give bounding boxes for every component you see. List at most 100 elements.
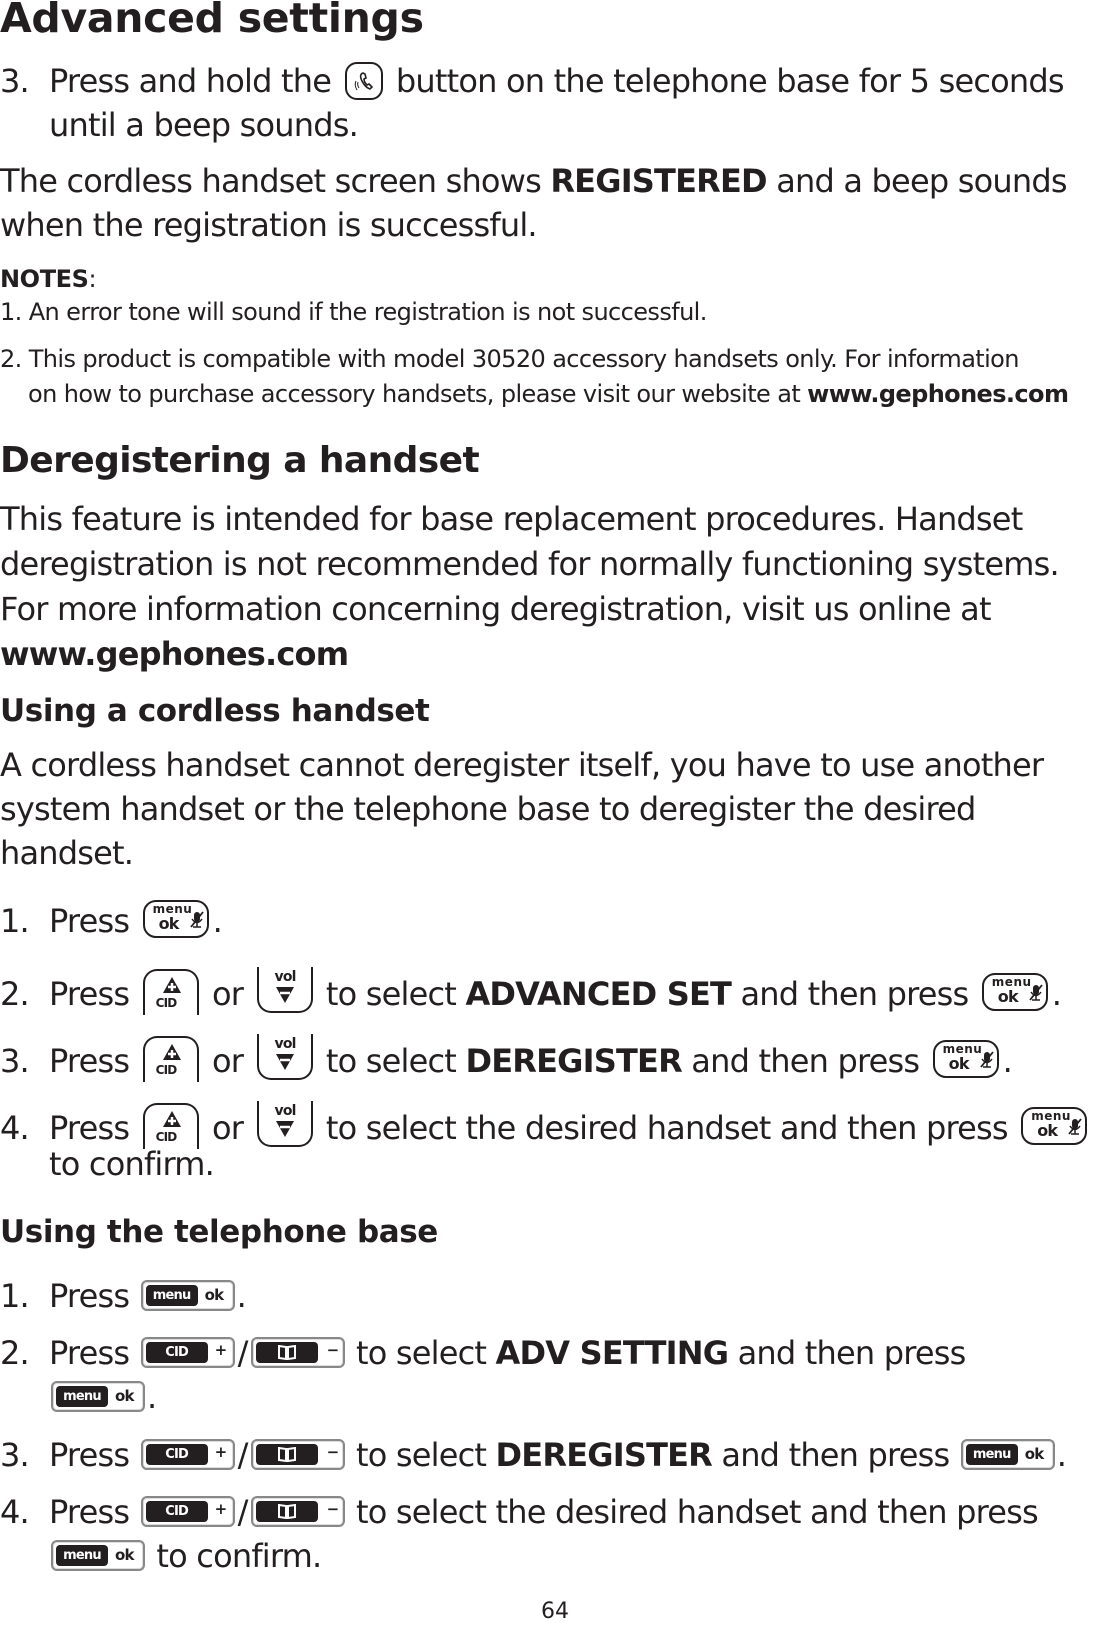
menu-option-deregister: DEREGISTER bbox=[495, 1436, 713, 1474]
press-text: Press bbox=[49, 1436, 130, 1474]
step-text: and then press bbox=[691, 1042, 920, 1080]
registration-result: The cordless handset screen shows REGIST… bbox=[0, 162, 1068, 200]
ok-label: ok bbox=[204, 1286, 224, 1304]
section-heading-deregistering: Deregistering a handset bbox=[0, 440, 480, 481]
notes-colon: : bbox=[88, 265, 97, 293]
plus-label: + bbox=[214, 1500, 228, 1518]
cordless-intro-line: system handset or the telephone base to … bbox=[0, 790, 976, 828]
step-text: to select bbox=[325, 975, 457, 1013]
mute-icon bbox=[189, 911, 204, 928]
base-step-4: 4. Press CID + / − to select the desired han… bbox=[0, 1493, 1039, 1531]
step-number: 3. bbox=[0, 1042, 30, 1080]
base-phonebook-minus-key: − bbox=[250, 1496, 345, 1527]
or-text: or bbox=[211, 1109, 244, 1147]
period: . bbox=[1056, 1436, 1067, 1474]
note-2: 2. This product is compatible with model… bbox=[0, 345, 1019, 373]
handset-cid-up-key: CID bbox=[142, 1036, 199, 1082]
step-number: 1. bbox=[0, 1277, 30, 1315]
ok-label: ok bbox=[948, 1054, 970, 1073]
deregister-intro-line: This feature is intended for base replac… bbox=[0, 500, 1023, 538]
handset-menu-ok-mute-key: menu ok bbox=[142, 900, 209, 938]
registration-step-3: 3. Press and hold the button on the telep… bbox=[0, 62, 1065, 100]
up-plus-icon bbox=[162, 1044, 181, 1060]
page-title: Advanced settings bbox=[0, 0, 424, 42]
minus-label: − bbox=[326, 1443, 340, 1461]
base-cid-plus-key: CID + bbox=[140, 1439, 235, 1470]
cid-label: CID bbox=[145, 1444, 208, 1465]
note-2-line2: on how to purchase accessory handsets, p… bbox=[28, 380, 1069, 408]
period: . bbox=[1002, 1042, 1013, 1080]
step-text: to select the desired handset and then p… bbox=[325, 1109, 1009, 1147]
ok-label: ok bbox=[115, 1546, 134, 1564]
step-text: and then press bbox=[737, 1334, 967, 1372]
handset-vol-down-key: vol bbox=[256, 967, 313, 1013]
base-cid-plus-key: CID + bbox=[140, 1496, 235, 1527]
menu-label: menu bbox=[145, 1285, 198, 1306]
subsection-heading-base: Using the telephone base bbox=[0, 1214, 438, 1250]
deregister-intro-line: For more information concerning deregist… bbox=[0, 590, 992, 628]
press-text: Press bbox=[49, 1334, 130, 1372]
ok-label: ok bbox=[1037, 1121, 1058, 1140]
step-number: 2. bbox=[0, 1334, 30, 1372]
press-text: Press bbox=[49, 1493, 130, 1531]
step-text: and then press bbox=[740, 975, 969, 1013]
base-step-2-line2: menu ok. bbox=[49, 1378, 157, 1416]
phonebook-icon bbox=[255, 1444, 318, 1465]
step-text: and then press bbox=[721, 1436, 950, 1474]
up-plus-icon bbox=[162, 977, 181, 993]
minus-label: − bbox=[326, 1500, 340, 1518]
base-phonebook-minus-key: − bbox=[250, 1439, 345, 1470]
notes-label: NOTES bbox=[0, 265, 89, 293]
period: . bbox=[147, 1378, 157, 1416]
base-menu-ok-key: menu ok bbox=[51, 1540, 145, 1571]
step-number: 1. bbox=[0, 902, 30, 940]
handset-menu-ok-mute-key: menu ok bbox=[981, 973, 1048, 1011]
registration-step-3-line2: until a beep sounds. bbox=[49, 106, 359, 144]
subsection-heading-cordless: Using a cordless handset bbox=[0, 693, 430, 729]
page-number: 64 bbox=[541, 1599, 569, 1624]
handset-menu-ok-mute-key: menu ok bbox=[932, 1040, 999, 1078]
press-text: Press bbox=[49, 975, 130, 1013]
down-minus-icon bbox=[275, 1121, 294, 1137]
cordless-step-2: 2. Press CID or vol to select ADVANCED SE… bbox=[0, 967, 1062, 1015]
deregister-website-link[interactable]: www.gephones.com bbox=[0, 635, 349, 673]
step-number: 3. bbox=[0, 1436, 30, 1474]
step-number: 4. bbox=[0, 1109, 30, 1147]
step-text: to select bbox=[325, 1042, 457, 1080]
press-text: Press bbox=[49, 902, 130, 940]
cordless-intro-line: A cordless handset cannot deregister its… bbox=[0, 746, 1044, 784]
cordless-step-4: 4. Press CID or vol to select the desired… bbox=[0, 1101, 1091, 1149]
ok-label: ok bbox=[997, 987, 1019, 1006]
base-menu-ok-key: menu ok bbox=[51, 1381, 145, 1412]
step-number: 2. bbox=[0, 975, 30, 1013]
base-step-4-line2: menu ok to confirm. bbox=[49, 1537, 322, 1575]
mute-icon bbox=[1068, 1118, 1082, 1135]
base-step-2: 2. Press CID + / − to select ADV SETTING and… bbox=[0, 1334, 966, 1372]
ok-label: ok bbox=[115, 1387, 134, 1405]
cordless-step-1: 1. Press menu ok . bbox=[0, 900, 223, 940]
cid-label: CID bbox=[155, 996, 178, 1010]
result-text: and a beep sounds bbox=[776, 162, 1067, 200]
down-minus-icon bbox=[275, 1054, 294, 1070]
registered-label: REGISTERED bbox=[550, 162, 767, 200]
cid-label: CID bbox=[145, 1342, 208, 1363]
menu-option-deregister: DEREGISTER bbox=[465, 1042, 682, 1080]
mute-icon bbox=[1029, 984, 1043, 1001]
up-plus-icon bbox=[162, 1111, 181, 1127]
vol-label: vol bbox=[274, 1103, 297, 1119]
slash: / bbox=[237, 1493, 249, 1531]
step-number: 3. bbox=[0, 62, 30, 100]
result-text: The cordless handset screen shows bbox=[0, 162, 542, 200]
down-minus-icon bbox=[275, 987, 294, 1003]
step-text: to select bbox=[355, 1436, 487, 1474]
period: . bbox=[236, 1277, 247, 1315]
menu-label: menu bbox=[56, 1386, 108, 1407]
cid-label: CID bbox=[155, 1130, 178, 1144]
period: . bbox=[1051, 975, 1062, 1013]
registration-result-line2: when the registration is successful. bbox=[0, 206, 538, 244]
note-1: 1. An error tone will sound if the regis… bbox=[0, 298, 707, 326]
handset-vol-down-key: vol bbox=[256, 1101, 313, 1147]
base-step-1: 1. Press menu ok. bbox=[0, 1277, 247, 1315]
website-link[interactable]: www.gephones.com bbox=[807, 380, 1069, 408]
note-text: on how to purchase accessory handsets, p… bbox=[28, 380, 801, 408]
